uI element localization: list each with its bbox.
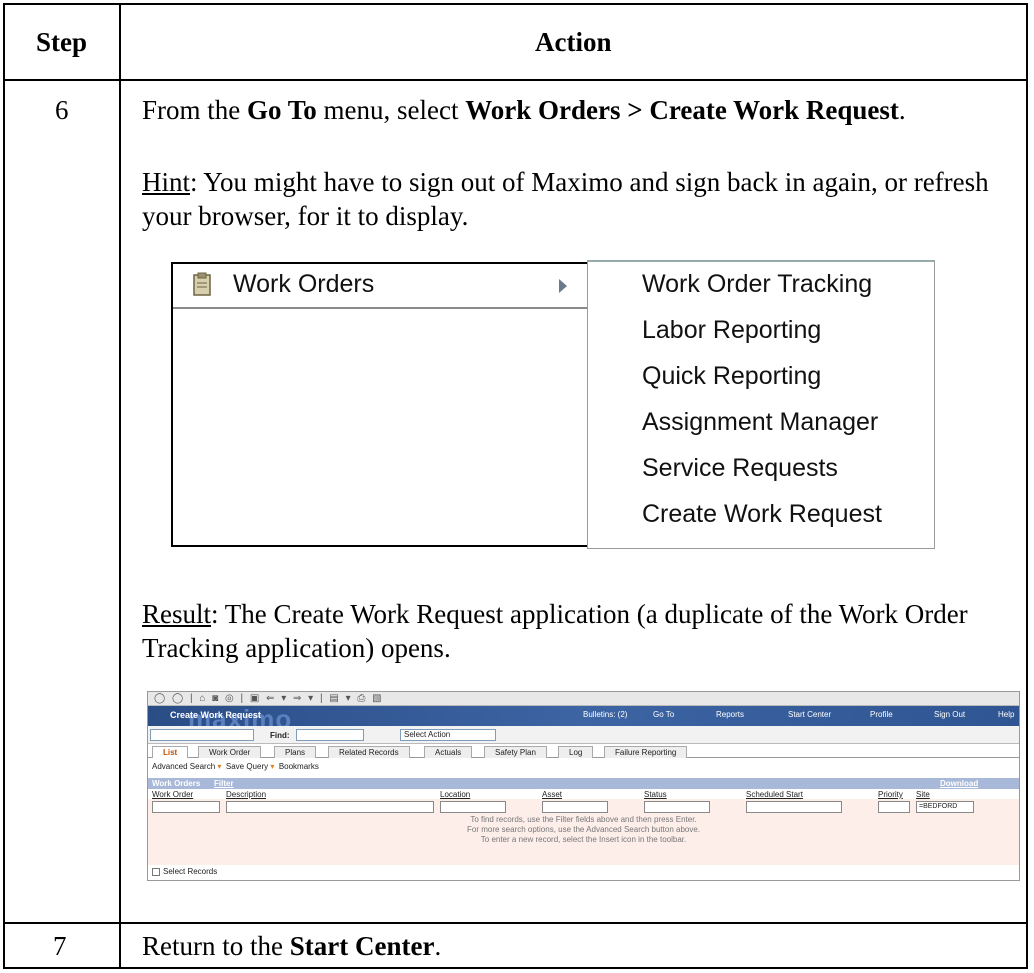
profile-link[interactable]: Profile bbox=[870, 710, 893, 719]
step-number-7: 7 bbox=[53, 931, 67, 961]
select-records-checkbox[interactable] bbox=[152, 867, 160, 876]
bookmarks-link[interactable]: Bookmarks bbox=[279, 762, 319, 771]
filter-site[interactable]: =BEDFORD bbox=[916, 801, 974, 813]
app-toolbar: Find: Select Action bbox=[148, 726, 1019, 744]
browser-icons: ◯ ◯ | ⌂ ◙ ◎ | ▣ ⇐ ▾ ⇒ ▾ | ▤ ▾ ⎙ ▧ bbox=[154, 693, 384, 704]
tab-log[interactable]: Log bbox=[558, 746, 594, 758]
col-description[interactable]: Description bbox=[226, 790, 266, 799]
hint-message-3: To enter a new record, select the Insert… bbox=[480, 835, 687, 844]
select-records[interactable]: Select Records bbox=[152, 867, 217, 876]
reports-link[interactable]: Reports bbox=[716, 710, 744, 719]
help-link[interactable]: Help bbox=[998, 710, 1014, 719]
goto-menu-screenshot: Work Orders Work Order Tracking Labor Re… bbox=[171, 260, 935, 549]
goto-link[interactable]: Go To bbox=[653, 710, 674, 719]
submenu-item-create-work-request[interactable]: Create Work Request bbox=[642, 500, 882, 529]
start-center-link[interactable]: Start Center bbox=[788, 710, 831, 719]
submenu-item-labor-reporting[interactable]: Labor Reporting bbox=[642, 316, 821, 345]
advanced-search-link[interactable]: Advanced Search bbox=[152, 762, 215, 771]
col-work-order[interactable]: Work Order bbox=[152, 790, 193, 799]
select-records-label: Select Records bbox=[163, 867, 218, 876]
work-orders-submenu: Work Order Tracking Labor Reporting Quic… bbox=[587, 260, 935, 549]
hint-label: Hint bbox=[142, 167, 191, 197]
select-action-dropdown[interactable]: Select Action bbox=[400, 729, 496, 741]
find-input[interactable] bbox=[296, 729, 364, 741]
col-asset[interactable]: Asset bbox=[542, 790, 562, 799]
menu-item-work-orders[interactable]: Work Orders bbox=[173, 264, 589, 309]
step-number-6: 6 bbox=[55, 95, 69, 125]
filter-status[interactable] bbox=[644, 801, 710, 813]
start-center-ref: Start Center bbox=[289, 931, 435, 961]
goto-menu-ref: Go To bbox=[247, 95, 317, 125]
find-label: Find: bbox=[270, 731, 290, 740]
submenu-item-assignment-manager[interactable]: Assignment Manager bbox=[642, 408, 878, 437]
column-divider bbox=[119, 5, 121, 967]
section-title: Work Orders bbox=[152, 779, 201, 788]
filter-priority[interactable] bbox=[878, 801, 910, 813]
sign-out-link[interactable]: Sign Out bbox=[934, 710, 965, 719]
header-step: Step bbox=[36, 27, 88, 57]
row-divider-header bbox=[5, 79, 1026, 81]
row-divider-step7 bbox=[5, 922, 1026, 924]
bulletins-link[interactable]: Bulletins: (2) bbox=[583, 710, 627, 719]
col-scheduled-start[interactable]: Scheduled Start bbox=[746, 790, 803, 799]
filter-asset[interactable] bbox=[542, 801, 608, 813]
submenu-arrow-icon bbox=[559, 279, 567, 293]
header-action: Action bbox=[535, 27, 612, 57]
tab-failure-reporting[interactable]: Failure Reporting bbox=[604, 746, 688, 758]
app-banner: maximo Create Work Request Bulletins: (2… bbox=[148, 704, 1019, 734]
hint-message-1: To find records, use the Filter fields a… bbox=[470, 815, 697, 824]
step6-instruction: From the Go To menu, select Work Orders … bbox=[142, 95, 906, 125]
menu-path: Work Orders > Create Work Request bbox=[465, 95, 899, 125]
tab-safety-plan[interactable]: Safety Plan bbox=[484, 746, 547, 758]
tab-related-records[interactable]: Related Records bbox=[328, 746, 410, 758]
hint-message-2: For more search options, use the Advance… bbox=[466, 825, 701, 834]
work-orders-section-header: Work Orders Filter Download bbox=[148, 778, 1019, 789]
maximo-screenshot: ◯ ◯ | ⌂ ◙ ◎ | ▣ ⇐ ▾ ⇒ ▾ | ▤ ▾ ⎙ ▧ maximo… bbox=[147, 691, 1020, 881]
col-location[interactable]: Location bbox=[440, 790, 470, 799]
tab-plans[interactable]: Plans bbox=[274, 746, 317, 758]
download-link[interactable]: Download bbox=[940, 779, 978, 788]
filter-work-order[interactable] bbox=[152, 801, 220, 813]
menu-item-label: Work Orders bbox=[233, 270, 375, 298]
step6-result: Result: The Create Work Request applicat… bbox=[142, 599, 968, 663]
filter-location[interactable] bbox=[440, 801, 506, 813]
filter-scheduled-start[interactable] bbox=[746, 801, 842, 813]
clipboard-icon bbox=[193, 272, 211, 296]
result-label: Result bbox=[142, 599, 212, 629]
step6-hint: Hint: You might have to sign out of Maxi… bbox=[142, 167, 989, 231]
tab-work-order[interactable]: Work Order bbox=[198, 746, 262, 758]
col-priority[interactable]: Priority bbox=[878, 790, 903, 799]
app-tabs: List Work Order Plans Related Records Ac… bbox=[148, 744, 1019, 758]
step7-instruction: Return to the Start Center. bbox=[142, 931, 442, 961]
save-query-link[interactable]: Save Query bbox=[226, 762, 268, 771]
tab-list[interactable]: List bbox=[152, 746, 189, 758]
query-select[interactable] bbox=[150, 729, 254, 741]
submenu-item-service-requests[interactable]: Service Requests bbox=[642, 454, 838, 483]
submenu-item-quick-reporting[interactable]: Quick Reporting bbox=[642, 362, 821, 391]
search-links: Advanced Search ▾ Save Query ▾ Bookmarks bbox=[152, 762, 319, 771]
tab-actuals[interactable]: Actuals bbox=[424, 746, 473, 758]
submenu-item-work-order-tracking[interactable]: Work Order Tracking bbox=[642, 270, 872, 299]
col-site[interactable]: Site bbox=[916, 790, 930, 799]
filter-link[interactable]: Filter bbox=[214, 779, 234, 788]
col-status[interactable]: Status bbox=[644, 790, 667, 799]
app-title: Create Work Request bbox=[170, 710, 261, 720]
filter-description[interactable] bbox=[226, 801, 434, 813]
